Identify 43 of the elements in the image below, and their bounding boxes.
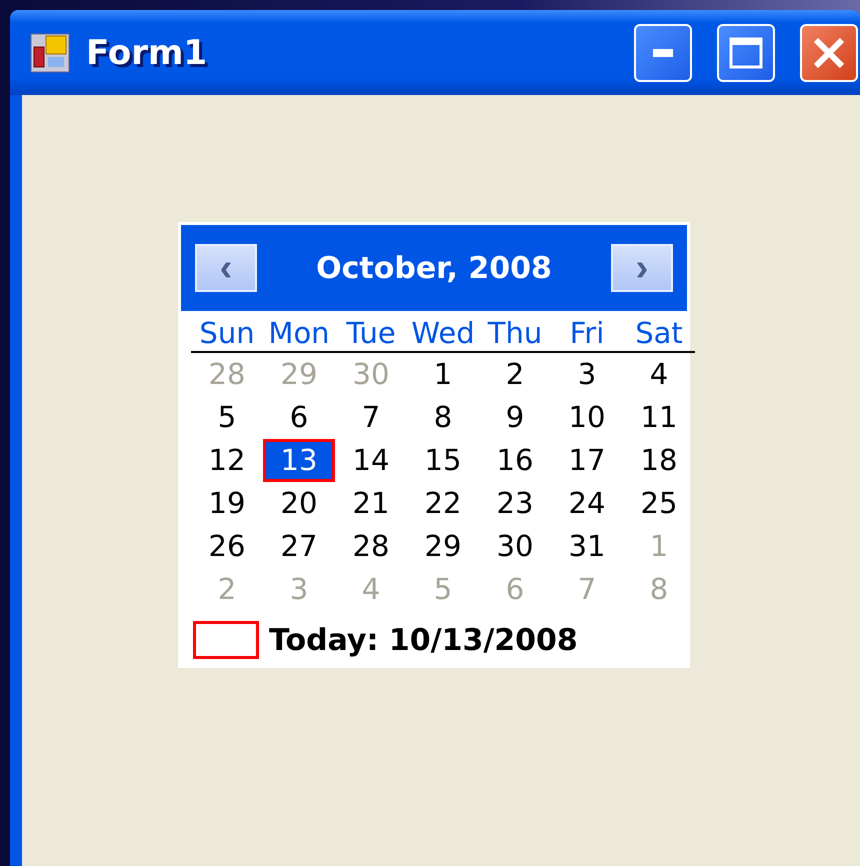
- calendar-day[interactable]: 22: [407, 482, 479, 525]
- weekday-header: Tue: [335, 311, 407, 353]
- today-link[interactable]: Today: 10/13/2008: [269, 622, 578, 658]
- calendar-day[interactable]: 2: [479, 353, 551, 396]
- calendar-day[interactable]: 10: [551, 396, 623, 439]
- calendar-day[interactable]: 27: [263, 525, 335, 568]
- calendar-day[interactable]: 31: [551, 525, 623, 568]
- calendar-day[interactable]: 9: [479, 396, 551, 439]
- calendar-day[interactable]: 28: [335, 525, 407, 568]
- calendar-day[interactable]: 26: [191, 525, 263, 568]
- calendar-day[interactable]: 29: [407, 525, 479, 568]
- calendar-day[interactable]: 21: [335, 482, 407, 525]
- calendar-day[interactable]: 15: [407, 439, 479, 482]
- weekday-header: Wed: [407, 311, 479, 353]
- calendar-day[interactable]: 14: [335, 439, 407, 482]
- previous-month-button[interactable]: ‹: [195, 244, 257, 292]
- calendar-day[interactable]: 6: [263, 396, 335, 439]
- calendar-day[interactable]: 4: [623, 353, 695, 396]
- calendar-day[interactable]: 13: [263, 439, 335, 482]
- calendar-day[interactable]: 30: [479, 525, 551, 568]
- calendar-day[interactable]: 17: [551, 439, 623, 482]
- month-title: October, 2008: [316, 250, 552, 286]
- weekday-header: Mon: [263, 311, 335, 353]
- calendar-day[interactable]: 16: [479, 439, 551, 482]
- calendar-day[interactable]: 18: [623, 439, 695, 482]
- calendar-day[interactable]: 7: [335, 396, 407, 439]
- weekday-header: Thu: [479, 311, 551, 353]
- weekday-header: Sun: [191, 311, 263, 353]
- calendar-day[interactable]: 20: [263, 482, 335, 525]
- calendar-day[interactable]: 1: [407, 353, 479, 396]
- calendar-day[interactable]: 5: [191, 396, 263, 439]
- weekday-header: Sat: [623, 311, 695, 353]
- calendar-day[interactable]: 11: [623, 396, 695, 439]
- calendar-day[interactable]: 8: [407, 396, 479, 439]
- calendar-day[interactable]: 12: [191, 439, 263, 482]
- weekday-header: Fri: [551, 311, 623, 353]
- calendar-day[interactable]: 23: [479, 482, 551, 525]
- next-month-button[interactable]: ›: [611, 244, 673, 292]
- calendar-day[interactable]: 25: [623, 482, 695, 525]
- calendar-day[interactable]: 24: [551, 482, 623, 525]
- calendar-day[interactable]: 3: [551, 353, 623, 396]
- window-title: Form1: [86, 32, 208, 72]
- calendar-day[interactable]: 19: [191, 482, 263, 525]
